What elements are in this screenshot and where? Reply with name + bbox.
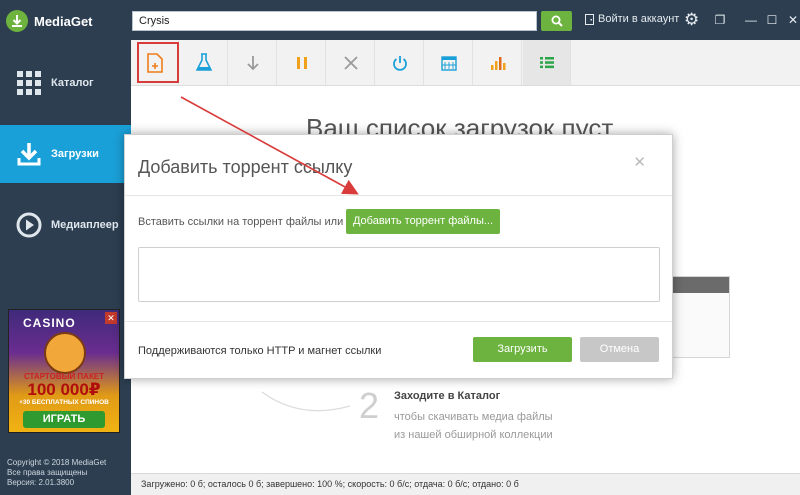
close-icon[interactable]: ✕ <box>779 0 800 40</box>
search-icon <box>551 15 563 27</box>
sidebar-item-label: Медиаплеер <box>51 219 119 231</box>
power-icon <box>392 55 407 71</box>
cancel-button[interactable]: Отмена <box>580 337 659 362</box>
ad-character-icon <box>44 332 86 374</box>
torrent-links-textarea[interactable] <box>138 247 660 302</box>
close-icon[interactable]: ✕ <box>105 312 117 324</box>
app-name: MediaGet <box>34 13 93 29</box>
search-button[interactable] <box>541 11 572 31</box>
download-icon <box>15 140 43 168</box>
sidebar-item-label: Загрузки <box>51 148 99 160</box>
divider <box>125 195 672 196</box>
list-icon <box>539 57 554 69</box>
scheduler-button[interactable] <box>425 40 473 85</box>
close-icon[interactable]: ✕ <box>633 153 646 171</box>
add-torrent-files-button[interactable]: Добавить торрент файлы... <box>346 209 500 234</box>
step-title[interactable]: Заходите в Каталог <box>394 390 500 402</box>
sidebar: MediaGet Каталог Загрузки Медиаплеер ✕ C… <box>0 0 131 495</box>
ad-play-button[interactable]: ИГРАТЬ <box>23 411 105 428</box>
toolbar <box>131 40 800 86</box>
ad-amount: 100 000₽ <box>27 380 101 399</box>
bar-chart-icon <box>490 56 505 70</box>
flask-icon <box>195 53 212 71</box>
cancel-icon <box>343 55 358 70</box>
cancel-download-button[interactable] <box>327 40 375 85</box>
start-download-button[interactable] <box>229 40 277 85</box>
add-torrent-dialog: Добавить торрент ссылку ✕ Вставить ссылк… <box>124 134 673 379</box>
sidebar-item-mediaplayer[interactable]: Медиаплеер <box>0 196 131 254</box>
step-text-line: чтобы скачивать медиа файлы <box>394 411 553 423</box>
pause-button[interactable] <box>278 40 326 85</box>
list-view-button[interactable] <box>523 40 571 85</box>
version-line: Версия: 2.01.3800 <box>7 478 75 487</box>
shutdown-button[interactable] <box>376 40 424 85</box>
ad-text: +30 БЕСПЛАТНЫХ СПИНОВ <box>19 399 109 406</box>
login-button[interactable]: Войти в аккаунт <box>585 13 679 25</box>
test-button[interactable] <box>180 40 228 85</box>
sidebar-item-catalog[interactable]: Каталог <box>0 54 131 112</box>
login-label: Войти в аккаунт <box>598 13 680 25</box>
paste-links-label: Вставить ссылки на торрент файлы или <box>138 216 344 228</box>
status-bar: Загружено: 0 б; осталось 0 б; завершено:… <box>131 473 800 495</box>
advertisement-banner[interactable]: ✕ CASINO СТАРТОВЫЙ ПАКЕТ 100 000₽ +30 БЕ… <box>8 309 120 433</box>
download-arrow-icon <box>246 55 259 70</box>
mediaget-logo-icon <box>6 10 28 32</box>
add-torrent-highlight <box>137 42 179 83</box>
door-icon <box>585 13 594 25</box>
app-logo: MediaGet <box>6 8 93 34</box>
step-number: 2 <box>359 385 380 426</box>
statistics-button[interactable] <box>474 40 522 85</box>
rights-line: Все права защищены <box>7 468 88 477</box>
load-button[interactable]: Загрузить <box>473 337 572 362</box>
play-icon <box>15 211 43 239</box>
calendar-icon <box>440 55 457 71</box>
pause-icon <box>296 56 307 69</box>
step-text-line: из нашей обширной коллекции <box>394 429 553 441</box>
restore-icon[interactable]: ❐ <box>706 0 734 40</box>
top-bar: Crysis Войти в аккаунт ⚙ ❐ — ☐ ✕ <box>131 0 800 40</box>
grid-icon <box>15 69 43 97</box>
step-description: чтобы скачивать медиа файлы из нашей обш… <box>394 408 553 444</box>
sidebar-item-downloads[interactable]: Загрузки <box>0 125 131 183</box>
divider <box>125 321 672 322</box>
dialog-title: Добавить торрент ссылку <box>138 157 353 177</box>
copyright-info: Copyright © 2018 MediaGet Все права защи… <box>7 458 106 488</box>
ad-logo-text: CASINO <box>23 316 76 330</box>
gear-icon[interactable]: ⚙ <box>684 11 699 29</box>
copyright-line: Copyright © 2018 MediaGet <box>7 458 107 467</box>
search-input[interactable]: Crysis <box>132 11 537 31</box>
sidebar-item-label: Каталог <box>51 77 94 89</box>
supported-protocols-text: Поддерживаются только HTTP и магнет ссыл… <box>138 345 382 357</box>
